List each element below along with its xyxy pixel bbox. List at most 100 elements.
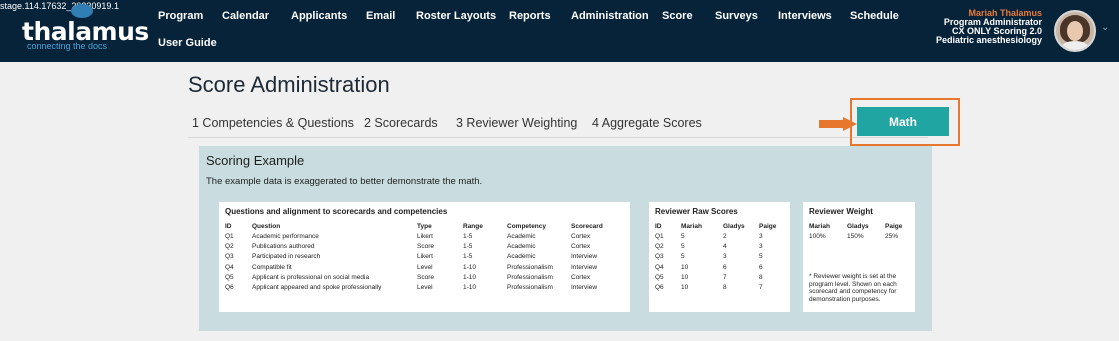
brain-logo-icon <box>71 4 93 18</box>
scoring-example-title: Scoring Example <box>206 153 305 168</box>
table-cell: Q5 <box>655 273 664 281</box>
nav-email[interactable]: Email <box>366 10 395 22</box>
table-cell: Publications authored <box>252 242 315 250</box>
questions-card: Questions and alignment to scorecards an… <box>219 202 630 312</box>
table-cell: Interview <box>571 263 598 271</box>
avatar[interactable] <box>1054 10 1096 52</box>
table-cell: 2 <box>723 232 727 240</box>
table-header-row: ID Mariah Gladys Paige <box>655 221 783 231</box>
user-info[interactable]: Mariah Thalamus Program Administrator CX… <box>936 9 1042 45</box>
table-cell: Professionalism <box>507 263 553 271</box>
table-cell: Professionalism <box>507 284 553 292</box>
table-cell: 25% <box>885 232 899 240</box>
table-cell: 3 <box>759 242 763 250</box>
table-row: 100% 150% 25% <box>809 231 909 241</box>
column-header: ID <box>655 222 662 230</box>
table-cell: 7 <box>723 273 727 281</box>
nav-administration[interactable]: Administration <box>571 10 649 22</box>
table-cell: 5 <box>681 232 685 240</box>
table-cell: 10 <box>681 263 689 271</box>
table-cell: Q5 <box>225 273 234 281</box>
table-row: Q4 10 6 6 <box>655 262 783 272</box>
table-cell: 100% <box>809 232 826 240</box>
table-cell: Q2 <box>225 242 234 250</box>
nav-score[interactable]: Score <box>662 10 693 22</box>
table-cell: 8 <box>723 284 727 292</box>
chevron-down-icon[interactable]: ⌄ <box>1101 22 1109 33</box>
table-cell: Q6 <box>225 284 234 292</box>
table-row: Q6 10 8 7 <box>655 282 783 292</box>
table-row: Q3 5 3 5 <box>655 252 783 262</box>
table-cell: Level <box>417 284 433 292</box>
table-cell: Q1 <box>225 232 234 240</box>
raw-scores-card: Reviewer Raw Scores ID Mariah Gladys Pai… <box>649 202 790 312</box>
reviewer-weight-table: Mariah Gladys Paige 100% 150% 25% <box>809 221 909 241</box>
table-cell: Compatible fit <box>252 263 292 271</box>
table-cell: Cortex <box>571 242 591 250</box>
tab-scorecards[interactable]: 2 Scorecards <box>364 116 438 130</box>
thalamus-logo[interactable]: thalamus connecting the docs <box>19 4 149 51</box>
table-row: Q5 Applicant is professional on social m… <box>225 272 621 282</box>
table-cell: 1-10 <box>463 284 477 292</box>
tab-aggregate-scores[interactable]: 4 Aggregate Scores <box>592 116 702 130</box>
logo-tagline: connecting the docs <box>27 41 108 51</box>
build-label: stage.114.17632_20230919.1 <box>0 1 119 11</box>
table-header-row: ID Question Type Range Competency Scorec… <box>225 221 621 231</box>
table-cell: Q6 <box>655 284 664 292</box>
nav-surveys[interactable]: Surveys <box>715 10 758 22</box>
table-cell: Q4 <box>225 263 234 271</box>
table-cell: Applicant is professional on social medi… <box>252 273 370 281</box>
table-cell: Academic performance <box>252 232 319 240</box>
table-cell: Level <box>417 263 433 271</box>
table-cell: Q2 <box>655 242 664 250</box>
table-row: Q3 Participated in research Likert 1-5 A… <box>225 252 621 262</box>
table-row: Q1 5 2 3 <box>655 231 783 241</box>
table-cell: Score <box>417 242 434 250</box>
table-cell: 3 <box>723 253 727 261</box>
nav-roster-layouts[interactable]: Roster Layouts <box>416 10 496 22</box>
column-header: Competency <box>507 222 547 230</box>
nav-program[interactable]: Program <box>158 10 203 22</box>
table-cell: Q4 <box>655 263 664 271</box>
column-header: Gladys <box>723 222 745 230</box>
table-cell: 6 <box>723 263 727 271</box>
tab-competencies-questions[interactable]: 1 Competencies & Questions <box>192 116 354 130</box>
reviewer-weight-note: * Reviewer weight is set at the program … <box>809 273 897 303</box>
raw-scores-title: Reviewer Raw Scores <box>655 207 738 216</box>
tab-reviewer-weighting[interactable]: 3 Reviewer Weighting <box>456 116 577 130</box>
table-cell: Academic <box>507 242 536 250</box>
questions-table: ID Question Type Range Competency Scorec… <box>225 221 621 293</box>
nav-reports[interactable]: Reports <box>509 10 551 22</box>
avatar-face <box>1067 21 1083 41</box>
table-cell: 4 <box>723 242 727 250</box>
table-cell: Interview <box>571 253 598 261</box>
scoring-example-subtitle: The example data is exaggerated to bette… <box>206 176 483 187</box>
nav-interviews[interactable]: Interviews <box>778 10 832 22</box>
table-cell: 10 <box>681 284 689 292</box>
table-cell: Q3 <box>225 253 234 261</box>
nav-calendar[interactable]: Calendar <box>222 10 269 22</box>
table-cell: Likert <box>417 232 433 240</box>
table-cell: 6 <box>759 263 763 271</box>
table-cell: 1-5 <box>463 242 473 250</box>
scoring-example-panel: Scoring Example The example data is exag… <box>199 146 932 331</box>
page-title: Score Administration <box>188 72 390 97</box>
column-header: Type <box>417 222 432 230</box>
table-cell: Likert <box>417 253 433 261</box>
table-cell: 3 <box>759 232 763 240</box>
table-cell: Academic <box>507 232 536 240</box>
reviewer-weight-title: Reviewer Weight <box>809 207 873 216</box>
table-header-row: Mariah Gladys Paige <box>809 221 909 231</box>
table-row: Q1 Academic performance Likert 1-5 Acade… <box>225 231 621 241</box>
math-button[interactable]: Math <box>857 107 949 136</box>
table-cell: Applicant appeared and spoke professiona… <box>252 284 382 292</box>
top-navigation-bar: stage.114.17632_20230919.1 thalamus conn… <box>0 0 1119 62</box>
table-cell: Q3 <box>655 253 664 261</box>
raw-scores-table: ID Mariah Gladys Paige Q1 5 2 3 Q2 5 4 3… <box>655 221 783 293</box>
nav-schedule[interactable]: Schedule <box>850 10 899 22</box>
nav-user-guide[interactable]: User Guide <box>158 37 217 49</box>
nav-applicants[interactable]: Applicants <box>291 10 347 22</box>
column-header: Mariah <box>681 222 702 230</box>
table-cell: Professionalism <box>507 273 553 281</box>
column-header: Gladys <box>847 222 869 230</box>
